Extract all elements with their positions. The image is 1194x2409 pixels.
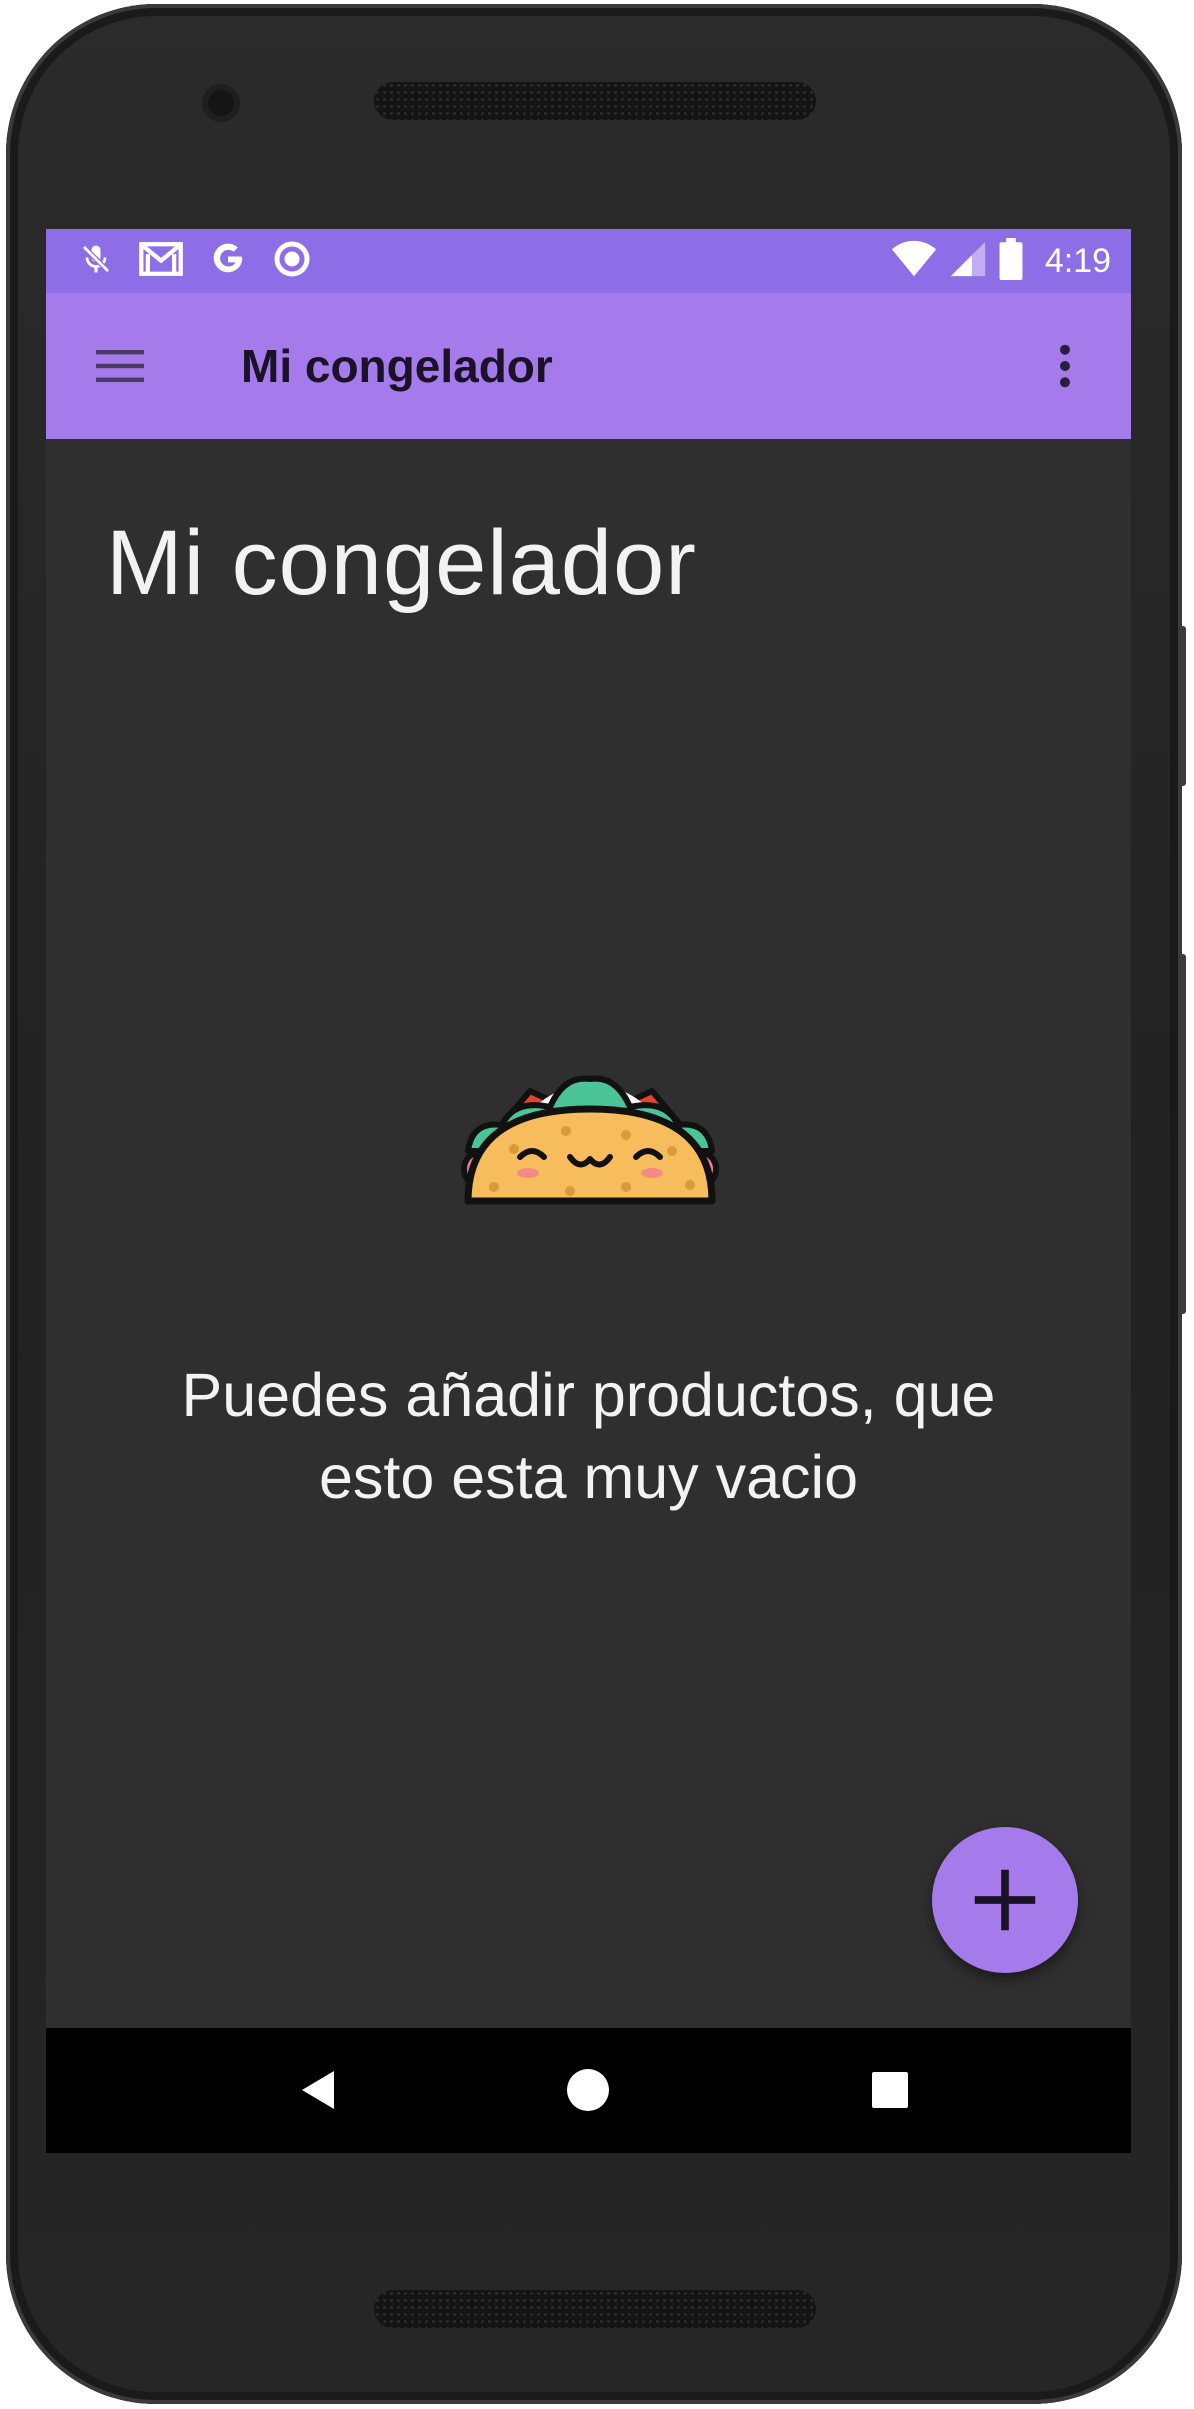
status-left-icons [78, 229, 312, 293]
empty-state-line-1: Puedes añadir productos, que [181, 1361, 996, 1429]
back-icon [302, 2071, 334, 2109]
empty-state-message: Puedes añadir productos, que esto esta m… [46, 1354, 1131, 1518]
more-vert-icon [1060, 344, 1070, 388]
nav-home-button[interactable] [556, 2058, 620, 2122]
status-bar: 4:19 [46, 229, 1131, 293]
menu-icon [96, 350, 144, 382]
taco-icon [458, 1069, 722, 1209]
page-title: Mi congelador [106, 512, 697, 614]
add-product-fab[interactable] [932, 1827, 1078, 1973]
top-speaker-grille [374, 82, 816, 120]
signal-icon [949, 239, 987, 284]
battery-icon [999, 237, 1023, 285]
empty-state-line-2: esto esta muy vacio [318, 1443, 859, 1511]
menu-button[interactable] [94, 340, 146, 392]
record-icon [272, 239, 312, 284]
power-button [1178, 626, 1186, 786]
front-camera [202, 84, 240, 122]
app-bar: Mi congelador [46, 293, 1131, 439]
status-right-icons: 4:19 [891, 229, 1111, 293]
bottom-speaker-grille [374, 2290, 816, 2328]
add-icon [974, 1869, 1036, 1931]
nav-back-button[interactable] [286, 2058, 350, 2122]
gmail-icon [138, 240, 184, 283]
nav-recents-button[interactable] [858, 2058, 922, 2122]
overflow-menu-button[interactable] [1039, 340, 1091, 392]
status-time: 4:19 [1044, 241, 1111, 280]
volume-rocker [1178, 954, 1186, 1314]
navigation-bar [46, 2028, 1131, 2153]
app-bar-title: Mi congelador [241, 340, 553, 392]
recents-icon [872, 2072, 908, 2108]
home-icon [567, 2069, 609, 2111]
screen: 4:19 Mi congelador Mi congelador Puedes … [46, 229, 1131, 2153]
wifi-icon [891, 239, 937, 284]
google-icon [208, 239, 248, 284]
mic-off-icon [78, 239, 114, 284]
